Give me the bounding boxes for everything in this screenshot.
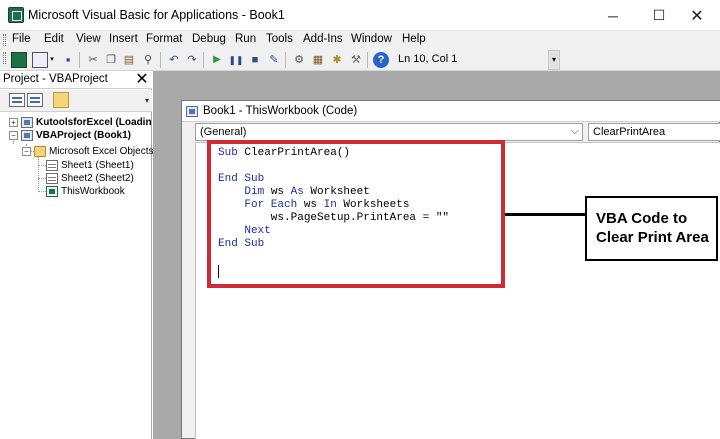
collapse-icon[interactable]: − (9, 131, 18, 140)
procedure-dropdown[interactable]: ClearPrintArea (588, 123, 720, 141)
tree-item-kutools[interactable]: + KutoolsforExcel (Loadin (9, 116, 152, 129)
callout-box: VBA Code to Clear Print Area (585, 196, 718, 261)
tree-item-label: KutoolsforExcel (Loadin (36, 117, 152, 128)
cut-icon[interactable]: ✂ (85, 52, 101, 68)
tree-item-label: Microsoft Excel Objects (49, 146, 154, 157)
toolbar-separator (367, 52, 368, 68)
menu-debug[interactable]: Debug (192, 33, 226, 45)
workbook-icon (46, 186, 58, 197)
tree-item-thisworkbook[interactable]: ThisWorkbook (46, 185, 125, 198)
scroll-down-icon[interactable]: ▾ (142, 90, 152, 112)
project-explorer-icon[interactable]: ⚙ (291, 52, 307, 68)
properties-icon[interactable]: ▦ (310, 52, 326, 68)
tree-item-sheet1[interactable]: Sheet1 (Sheet1) (46, 159, 134, 172)
menu-tools[interactable]: Tools (266, 33, 293, 45)
tree-item-label: ThisWorkbook (61, 186, 125, 197)
folder-icon (34, 146, 46, 157)
project-explorer: Project - VBAProject ✕ ▾ + KutoolsforExc… (0, 71, 153, 439)
copy-icon[interactable]: ❐ (103, 52, 119, 68)
tree-item-vbaproject[interactable]: − VBAProject (Book1) (9, 129, 131, 142)
dropdown-arrow-icon[interactable]: ▾ (44, 52, 60, 68)
menu-format[interactable]: Format (146, 33, 182, 45)
chevron-down-icon[interactable]: ⌵ (571, 125, 579, 138)
menu-file[interactable]: File (12, 33, 31, 45)
project-explorer-header: Project - VBAProject ✕ (0, 71, 152, 89)
menu-run[interactable]: Run (235, 33, 256, 45)
cursor-position: Ln 10, Col 1 (398, 53, 458, 65)
toolbox-icon[interactable]: ⚒ (348, 52, 364, 68)
object-browser-icon[interactable]: ✱ (329, 52, 345, 68)
callout-line-1: VBA Code to (596, 210, 688, 227)
menu-edit[interactable]: Edit (44, 33, 64, 45)
close-icon[interactable]: ✕ (134, 72, 150, 88)
tree-connector (38, 165, 46, 166)
toolbar-overflow-icon[interactable]: ▾ (548, 50, 560, 70)
object-dropdown[interactable]: (General) ⌵ (195, 123, 583, 141)
callout-line-2: Clear Print Area (596, 229, 709, 246)
minimize-button[interactable]: ─ (590, 0, 636, 31)
collapse-icon[interactable]: − (22, 147, 31, 156)
menu-window[interactable]: Window (351, 33, 392, 45)
worksheet-icon (46, 160, 58, 171)
code-highlight-box (207, 140, 505, 288)
paste-icon[interactable]: ▤ (121, 52, 137, 68)
worksheet-icon (46, 173, 58, 184)
tree-item-sheet2[interactable]: Sheet2 (Sheet2) (46, 172, 134, 185)
help-icon[interactable]: ? (373, 52, 389, 68)
toolbar-separator (79, 52, 80, 68)
title-bar: Microsoft Visual Basic for Applications … (0, 0, 720, 31)
view-object-icon[interactable] (27, 93, 43, 107)
vba-project-icon (21, 117, 33, 128)
view-code-icon[interactable] (9, 93, 25, 107)
expand-icon[interactable]: + (9, 118, 18, 127)
tree-item-excel-objects[interactable]: − Microsoft Excel Objects (22, 145, 153, 158)
redo-icon[interactable]: ↷ (184, 52, 200, 68)
tree-item-label: VBAProject (Book1) (36, 130, 132, 141)
project-explorer-title: Project - VBAProject (3, 73, 108, 85)
project-explorer-toolbar: ▾ (0, 90, 152, 112)
menu-add-ins[interactable]: Add-Ins (303, 33, 343, 45)
tree-item-label: Sheet1 (Sheet1) (61, 160, 134, 171)
window-title: Microsoft Visual Basic for Applications … (28, 8, 285, 22)
toggle-folders-icon[interactable] (53, 92, 69, 108)
menu-bar: File Edit View Insert Format Debug Run T… (0, 31, 720, 49)
menu-help[interactable]: Help (402, 33, 426, 45)
view-excel-icon[interactable] (11, 52, 27, 68)
toolbar-separator (285, 52, 286, 68)
toolbar-separator (160, 52, 161, 68)
vba-project-icon (21, 130, 33, 141)
menu-insert[interactable]: Insert (109, 33, 138, 45)
break-icon[interactable]: ❚❚ (228, 52, 244, 68)
tree-connector (38, 156, 39, 192)
undo-icon[interactable]: ↶ (166, 52, 182, 68)
procedure-dropdown-value: ClearPrintArea (593, 126, 666, 138)
find-icon[interactable]: ⚲ (140, 52, 156, 68)
reset-icon[interactable]: ■ (247, 52, 263, 68)
code-window-icon (186, 106, 198, 117)
save-icon[interactable]: ▪ (60, 52, 76, 68)
tree-connector (38, 191, 46, 192)
standard-toolbar: ▾ ▪ ✂ ❐ ▤ ⚲ ↶ ↷ ▶ ❚❚ ■ ✎ ⚙ ▦ ✱ ⚒ ? Ln 10… (0, 49, 720, 71)
tree-item-label: Sheet2 (Sheet2) (61, 173, 134, 184)
code-window-title: Book1 - ThisWorkbook (Code) (203, 105, 358, 117)
menu-grip[interactable] (3, 34, 6, 46)
code-window-titlebar[interactable]: Book1 - ThisWorkbook (Code) (182, 101, 720, 122)
object-dropdown-value: (General) (200, 126, 247, 138)
excel-app-icon (8, 7, 24, 23)
callout-connector (505, 213, 585, 216)
close-button[interactable]: ✕ (674, 0, 720, 31)
toolbar-separator (203, 52, 204, 68)
tree-connector (38, 178, 46, 179)
design-mode-icon[interactable]: ✎ (266, 52, 282, 68)
toolbar-grip[interactable] (3, 52, 6, 64)
run-icon[interactable]: ▶ (209, 52, 225, 68)
menu-view[interactable]: View (76, 33, 101, 45)
